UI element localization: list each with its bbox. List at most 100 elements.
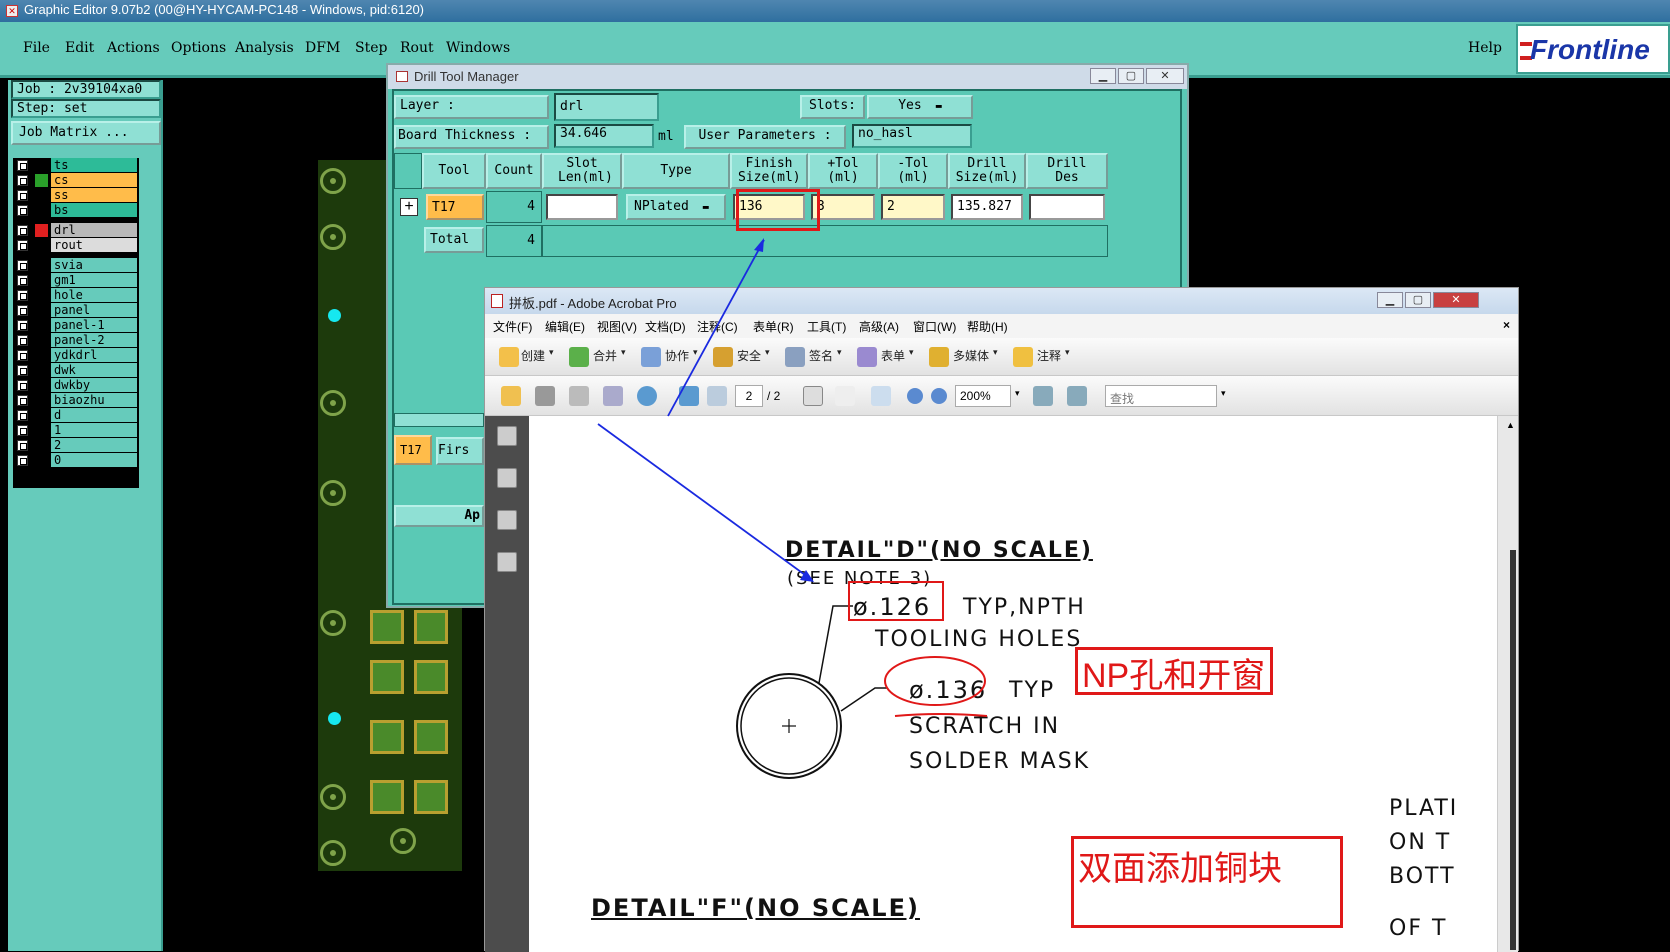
- menu-step[interactable]: Step: [355, 40, 387, 56]
- layer-checkbox[interactable]: [17, 240, 28, 251]
- layer-checkbox[interactable]: [17, 425, 28, 436]
- layer-row[interactable]: bs: [13, 203, 139, 218]
- col-tool[interactable]: Tool: [422, 153, 486, 189]
- acrobat-minimize-button[interactable]: ▁: [1377, 292, 1403, 308]
- attachments-icon[interactable]: [497, 552, 517, 572]
- acro-menu-advanced[interactable]: 高级(A): [859, 318, 899, 335]
- job-matrix-button[interactable]: Job Matrix ...: [11, 121, 161, 145]
- menu-help[interactable]: Help: [1468, 40, 1502, 56]
- menu-edit[interactable]: Edit: [65, 40, 94, 56]
- close-button[interactable]: ✕: [1146, 68, 1184, 84]
- forms-button[interactable]: 表单: [881, 347, 905, 364]
- layer-row[interactable]: panel-2: [13, 333, 139, 348]
- apply-button[interactable]: Ap: [394, 505, 484, 527]
- layer-row[interactable]: panel: [13, 303, 139, 318]
- layer-checkbox[interactable]: [17, 410, 28, 421]
- layer-checkbox[interactable]: [17, 190, 28, 201]
- doc-close-icon[interactable]: ×: [1503, 318, 1510, 332]
- page-number-input[interactable]: 2: [735, 385, 763, 407]
- zoom-input[interactable]: 200%: [955, 385, 1011, 407]
- user-parameters-input[interactable]: no_hasl: [852, 124, 972, 148]
- layer-row[interactable]: dwk: [13, 363, 139, 378]
- layer-row[interactable]: cs: [13, 173, 139, 188]
- zoom-in-icon[interactable]: [931, 388, 947, 404]
- acro-menu-comments[interactable]: 注释(C): [697, 318, 738, 335]
- multimedia-button[interactable]: 多媒体: [953, 347, 989, 364]
- zoom-out-icon[interactable]: [907, 388, 923, 404]
- comment-button[interactable]: 注释: [1037, 347, 1061, 364]
- layer-row[interactable]: ydkdrl: [13, 348, 139, 363]
- zoom-tool-icon[interactable]: [871, 386, 891, 406]
- layer-row[interactable]: ts: [13, 158, 139, 173]
- hand-tool-icon[interactable]: [835, 386, 855, 406]
- col-finish-size[interactable]: Finish Size(ml): [730, 153, 808, 189]
- globe-icon[interactable]: [637, 386, 657, 406]
- layer-checkbox[interactable]: [17, 305, 28, 316]
- layer-row[interactable]: 2: [13, 438, 139, 453]
- acro-menu-tools[interactable]: 工具(T): [807, 318, 846, 335]
- bookmarks-icon[interactable]: [497, 468, 517, 488]
- col-drill-size[interactable]: Drill Size(ml): [948, 153, 1026, 189]
- layer-row[interactable]: drl: [13, 223, 139, 238]
- acro-menu-edit[interactable]: 编辑(E): [545, 318, 585, 335]
- layer-checkbox[interactable]: [17, 175, 28, 186]
- layer-row[interactable]: dwkby: [13, 378, 139, 393]
- fit-width-icon[interactable]: [1067, 386, 1087, 406]
- scroll-up-icon[interactable]: ▲: [1506, 420, 1515, 430]
- plus-tol-input[interactable]: 3: [811, 194, 875, 220]
- combine-button[interactable]: 合并: [593, 347, 617, 364]
- col-type[interactable]: Type: [622, 153, 730, 189]
- acro-menu-window[interactable]: 窗口(W): [913, 318, 956, 335]
- menu-file[interactable]: File: [23, 40, 50, 56]
- scroll-thumb[interactable]: [1510, 550, 1516, 950]
- user-parameters-button[interactable]: User Parameters :: [684, 125, 846, 149]
- menu-dfm[interactable]: DFM: [305, 40, 340, 56]
- prev-page-icon[interactable]: [679, 386, 699, 406]
- layer-row[interactable]: biaozhu: [13, 393, 139, 408]
- menu-options[interactable]: Options: [171, 40, 226, 56]
- layer-checkbox[interactable]: [17, 380, 28, 391]
- layer-row[interactable]: hole: [13, 288, 139, 303]
- drill-des-input[interactable]: [1029, 194, 1105, 220]
- col-drill-des[interactable]: Drill Des: [1026, 153, 1108, 189]
- layer-row[interactable]: svia: [13, 258, 139, 273]
- minimize-button[interactable]: ▁: [1090, 68, 1116, 84]
- slot-len-input[interactable]: [546, 194, 618, 220]
- pages-icon[interactable]: [497, 426, 517, 446]
- security-button[interactable]: 安全: [737, 347, 761, 364]
- layer-checkbox[interactable]: [17, 350, 28, 361]
- create-button[interactable]: 创建: [521, 347, 545, 364]
- layer-checkbox[interactable]: [17, 225, 28, 236]
- email-icon[interactable]: [603, 386, 623, 406]
- menu-rout[interactable]: Rout: [400, 40, 434, 56]
- acro-menu-help[interactable]: 帮助(H): [967, 318, 1008, 335]
- layer-row[interactable]: d: [13, 408, 139, 423]
- search-input[interactable]: 查找: [1105, 385, 1217, 407]
- layer-row[interactable]: gm1: [13, 273, 139, 288]
- save-icon[interactable]: [569, 386, 589, 406]
- horizontal-scrollbar[interactable]: [394, 413, 484, 427]
- minus-tol-input[interactable]: 2: [881, 194, 945, 220]
- menu-actions[interactable]: Actions: [107, 40, 160, 56]
- search-dropdown-icon[interactable]: ▾: [1221, 388, 1226, 399]
- layer-row[interactable]: ss: [13, 188, 139, 203]
- type-dropdown[interactable]: NPlated ▬: [626, 194, 726, 220]
- col-minus-tol[interactable]: -Tol (ml): [878, 153, 948, 189]
- acrobat-maximize-button[interactable]: ▢: [1405, 292, 1431, 308]
- acrobat-close-button[interactable]: ✕: [1433, 292, 1479, 308]
- print-icon[interactable]: [535, 386, 555, 406]
- sign-button[interactable]: 签名: [809, 347, 833, 364]
- tool-cell[interactable]: T17: [426, 194, 484, 220]
- layer-checkbox[interactable]: [17, 320, 28, 331]
- col-count[interactable]: Count: [486, 153, 542, 189]
- layer-input[interactable]: drl: [554, 93, 659, 121]
- select-tool-icon[interactable]: [803, 386, 823, 406]
- layer-checkbox[interactable]: [17, 365, 28, 376]
- drill-size-input[interactable]: 135.827: [951, 194, 1023, 220]
- col-slot-len[interactable]: Slot Len(ml): [542, 153, 622, 189]
- first-button[interactable]: Firs: [436, 437, 484, 465]
- col-plus-tol[interactable]: +Tol (ml): [808, 153, 878, 189]
- collaborate-button[interactable]: 协作: [665, 347, 689, 364]
- board-thickness-input[interactable]: 34.646: [554, 124, 654, 148]
- layer-checkbox[interactable]: [17, 205, 28, 216]
